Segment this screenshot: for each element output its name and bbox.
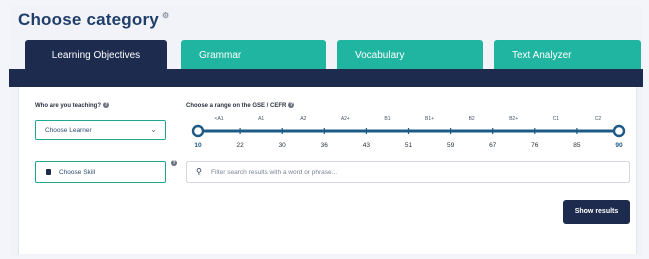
learner-label: Who are you teaching?? [35, 102, 110, 109]
tab-band [9, 69, 643, 87]
skill-select[interactable]: Choose Skill [35, 161, 166, 183]
help-icon[interactable]: ? [103, 102, 110, 108]
info-icon[interactable]: ⚙ [162, 11, 169, 20]
range-label-text: Choose a range on the GSE / CEFR [186, 103, 287, 109]
search-input[interactable] [211, 165, 611, 179]
tab-learning-objectives[interactable]: Learning Objectives [25, 40, 167, 71]
range-min-handle[interactable] [191, 124, 205, 138]
range-label: Choose a range on the GSE / CEFR? [186, 102, 295, 109]
show-results-button[interactable]: Show results [563, 200, 630, 224]
search-box: ⚲ [186, 161, 630, 183]
learner-label-text: Who are you teaching? [35, 103, 102, 109]
search-icon: ⚲ [196, 167, 202, 176]
learner-select-value: Choose Learner [45, 127, 92, 134]
skill-select-label: Choose Skill [59, 169, 96, 176]
page-title: Choose category ⚙ [18, 10, 169, 30]
skill-icon [46, 169, 51, 175]
help-icon[interactable]: ? [171, 160, 177, 166]
page-title-text: Choose category [18, 10, 159, 29]
range-max-handle[interactable] [612, 124, 626, 138]
help-icon[interactable]: ? [288, 102, 295, 108]
tab-grammar[interactable]: Grammar [181, 40, 326, 71]
tab-vocabulary[interactable]: Vocabulary [337, 40, 483, 71]
learner-select[interactable]: Choose Learner ⌄ [35, 120, 166, 140]
chevron-down-icon: ⌄ [150, 125, 157, 134]
tab-text-analyzer[interactable]: Text Analyzer [494, 40, 641, 71]
